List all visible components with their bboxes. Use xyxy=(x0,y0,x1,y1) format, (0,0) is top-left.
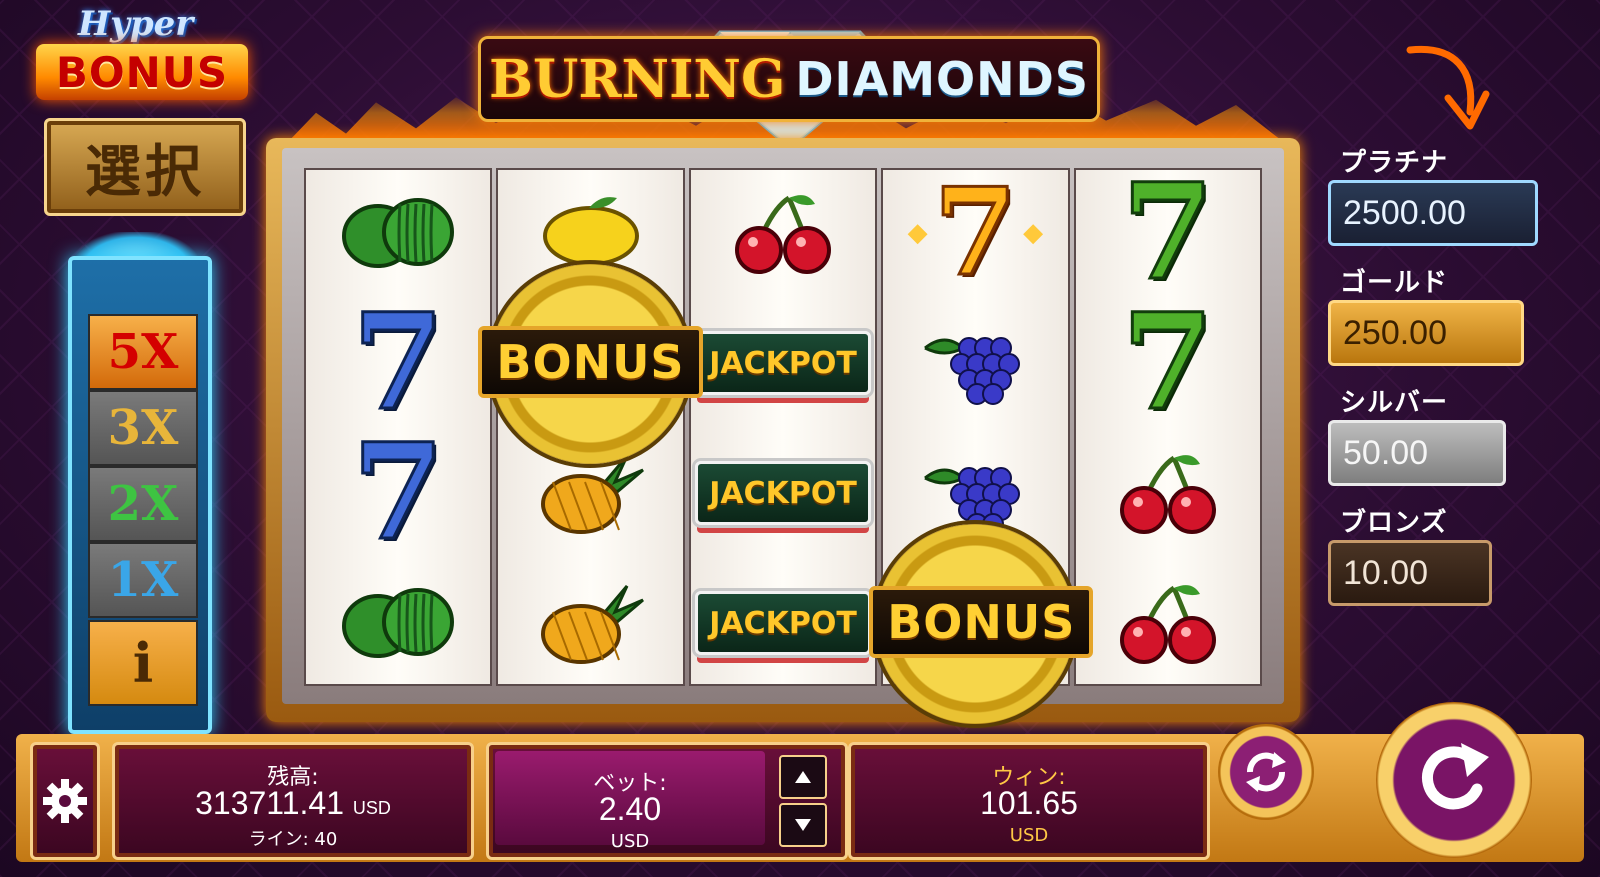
reel-1: 77 xyxy=(304,168,493,688)
reel-4: ◆ 7 ◆ BONUS xyxy=(869,168,1094,724)
triangle-up-icon xyxy=(795,771,811,783)
reel-frame: 7 7 BONUS JACKPOT JACKPOT JACKPOT ◆ 7 ◆ BONUS 7 7 xyxy=(266,138,1300,724)
win-panel: ウィン: 101.65 USD xyxy=(848,742,1210,860)
watermelon-icon xyxy=(342,588,455,658)
reel-cell xyxy=(1074,428,1262,558)
sparkle-icon: ◆ xyxy=(1023,218,1044,248)
multiplier-5x: 5X xyxy=(88,314,198,390)
annotation-arrow-icon xyxy=(1406,45,1490,130)
cherry-icon xyxy=(735,195,832,274)
win-value: 101.65 xyxy=(980,785,1078,821)
lines-label: ライン: 40 xyxy=(248,829,338,850)
balance-currency: USD xyxy=(352,798,391,818)
refresh-icon xyxy=(1246,752,1286,792)
seven-green-symbol: 7 xyxy=(1120,155,1215,310)
tier-value-platinum: 2500.00 xyxy=(1328,180,1538,246)
spin-button[interactable] xyxy=(1376,702,1532,858)
reel-cell xyxy=(881,298,1069,428)
reel-cell: JACKPOT xyxy=(689,558,877,688)
bet-value: 2.40 xyxy=(598,791,662,827)
reel-3: JACKPOT JACKPOT JACKPOT xyxy=(688,168,878,688)
reel-cell: 7 xyxy=(1074,285,1262,440)
select-button[interactable]: 選択 xyxy=(44,118,246,216)
reel-cell xyxy=(689,168,877,298)
reel-cell xyxy=(304,168,492,298)
tier-label-platinum: プラチナ xyxy=(1340,148,1449,178)
balance-value-row: 313711.41 USD xyxy=(115,785,471,822)
pineapple-icon xyxy=(540,585,644,664)
bonus-symbol: BONUS xyxy=(869,586,1094,658)
autoplay-button[interactable] xyxy=(1218,724,1314,820)
settings-button[interactable] xyxy=(33,745,97,857)
bet-currency: USD xyxy=(610,831,650,852)
reel-2: BONUS xyxy=(478,168,703,688)
logo-hyper-text: Hyper xyxy=(78,4,194,44)
multiplier-1x: 1X xyxy=(88,542,198,618)
bet-panel: ベット: 2.40 USD xyxy=(486,742,848,860)
jackpot-symbol: JACKPOT xyxy=(695,461,872,525)
jackpot-symbol: JACKPOT xyxy=(695,331,872,395)
reel-cell: 7 xyxy=(1074,155,1262,310)
tier-label-bronze: ブロンズ xyxy=(1340,508,1448,538)
win-currency: USD xyxy=(1009,825,1049,846)
settings-panel xyxy=(30,742,100,860)
reel-frame-inner: 7 7 BONUS JACKPOT JACKPOT JACKPOT ◆ 7 ◆ BONUS 7 7 xyxy=(282,148,1284,724)
tier-label-silver: シルバー xyxy=(1340,388,1449,418)
hyper-bonus-logo: Hyper BONUS xyxy=(36,4,250,100)
title-burning: BURNING xyxy=(489,48,786,110)
watermelon-icon xyxy=(342,198,455,268)
tier-value-gold: 250.00 xyxy=(1328,300,1524,366)
balance-value: 313711.41 xyxy=(195,785,344,821)
bottom-bar: 残高: 313711.41 USD ライン: 40 ベット: 2.40 USD … xyxy=(16,734,1584,862)
grapes-icon xyxy=(924,337,1021,405)
reel-cell xyxy=(304,558,492,688)
seven-green-symbol: 7 xyxy=(1120,285,1215,440)
tier-value-silver: 50.00 xyxy=(1328,420,1506,486)
triangle-down-icon xyxy=(795,819,811,831)
seven-blue-symbol: 7 xyxy=(351,415,446,570)
bet-decrease-button[interactable] xyxy=(779,803,827,847)
balance-panel: 残高: 313711.41 USD ライン: 40 xyxy=(112,742,474,860)
reel-cell: JACKPOT xyxy=(689,298,877,428)
reel-5: 77 xyxy=(1073,155,1263,688)
jackpot-symbol: JACKPOT xyxy=(695,591,872,655)
cherry-icon xyxy=(1119,585,1216,664)
multiplier-3x: 3X xyxy=(88,390,198,466)
seven-gold-symbol: 7 xyxy=(932,162,1018,303)
seven-blue-symbol: 7 xyxy=(351,285,446,440)
logo-bonus-text: BONUS xyxy=(36,44,248,100)
bonus-symbol: BONUS xyxy=(478,326,703,398)
title-diamonds: DIAMONDS xyxy=(795,52,1089,106)
reel-cell xyxy=(1074,558,1262,688)
spin-arrow-icon xyxy=(1422,743,1489,810)
tier-value-bronze: 10.00 xyxy=(1328,540,1492,606)
multiplier-ladder: 5X 3X 2X 1X i xyxy=(68,256,212,734)
bet-display: ベット: 2.40 USD xyxy=(495,751,765,852)
sparkle-icon: ◆ xyxy=(907,218,928,248)
multiplier-2x: 2X xyxy=(88,466,198,542)
reel-cell: 7 xyxy=(304,285,492,440)
bet-increase-button[interactable] xyxy=(779,755,827,799)
reel-cell xyxy=(496,558,684,688)
reel-area: 7 7 BONUS JACKPOT JACKPOT JACKPOT ◆ 7 ◆ BONUS 7 7 xyxy=(304,155,1263,724)
gear-icon xyxy=(43,779,87,823)
reel-cell: ◆ 7 ◆ xyxy=(881,168,1069,298)
cherry-icon xyxy=(1119,455,1216,534)
reel-cell: BONUS xyxy=(478,264,703,464)
info-button[interactable]: i xyxy=(88,620,198,706)
reel-cell: BONUS xyxy=(869,524,1094,724)
reel-cell: 7 xyxy=(304,415,492,570)
tier-label-gold: ゴールド xyxy=(1340,268,1449,298)
game-title: BURNING DIAMONDS xyxy=(478,36,1100,122)
reel-cell: JACKPOT xyxy=(689,428,877,558)
